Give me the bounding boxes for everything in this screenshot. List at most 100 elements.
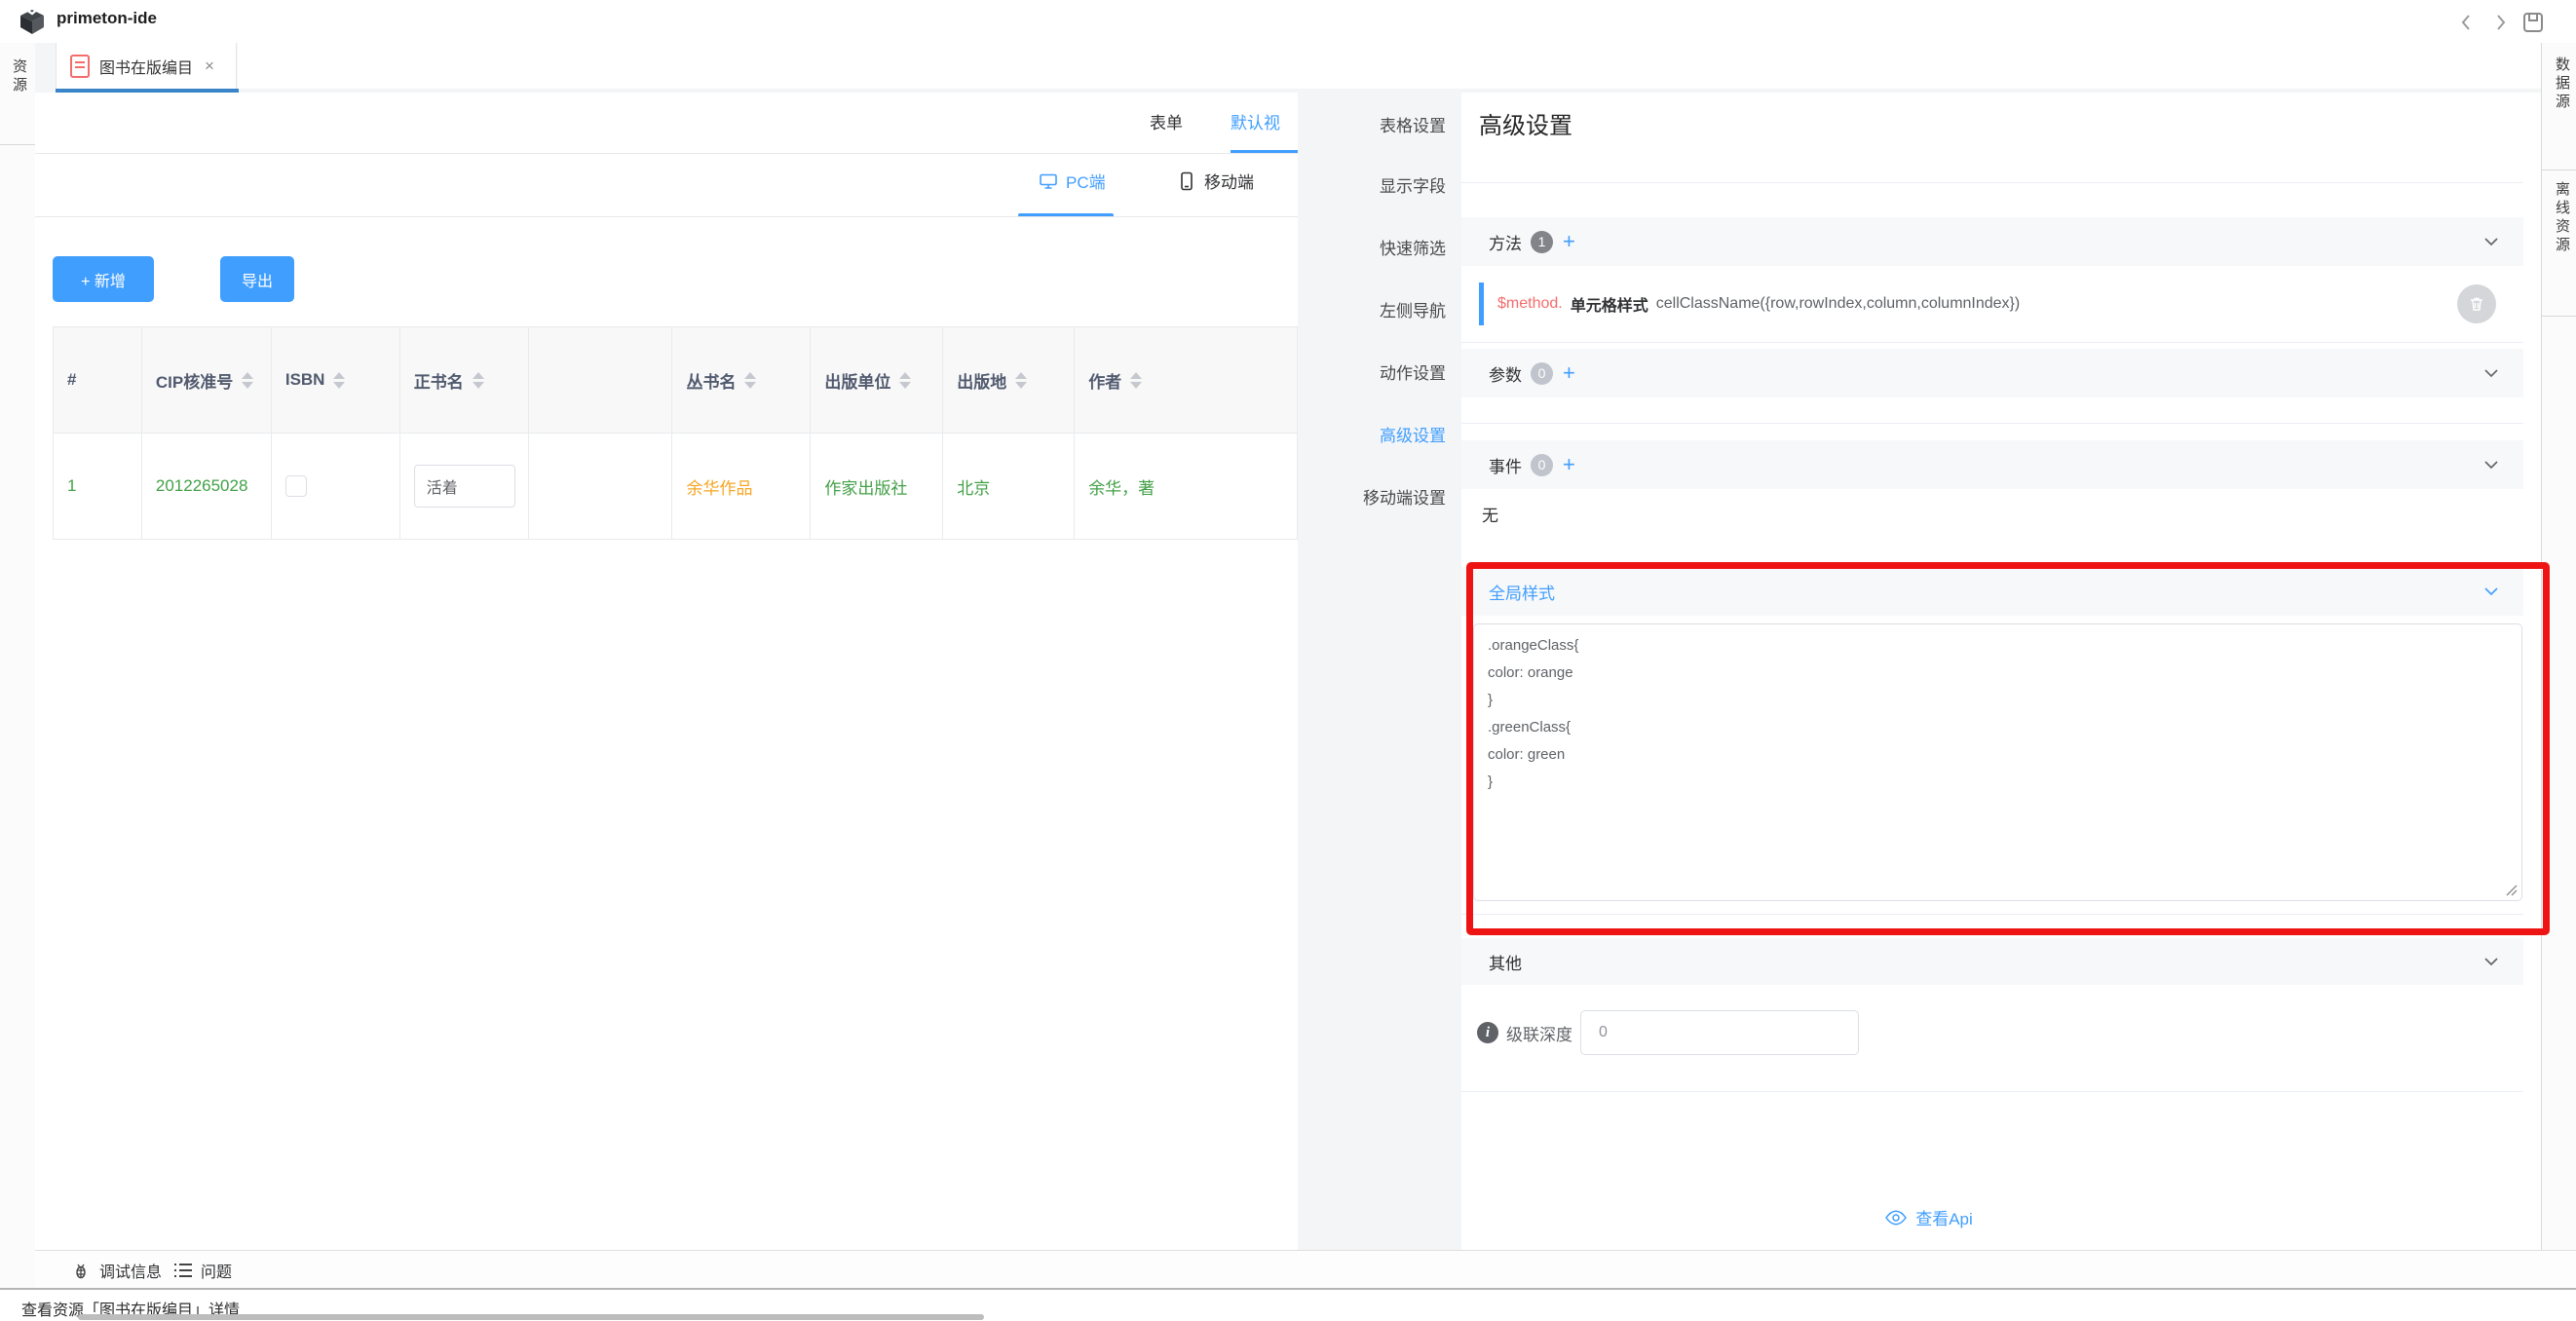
count-badge: 1 (1531, 231, 1553, 253)
column-header-cip[interactable]: CIP核准号 (141, 327, 271, 434)
method-item[interactable]: $method. 单元格样式 cellClassName({row,rowInd… (1461, 266, 2523, 343)
rail-item-offline-resources[interactable]: 离线资源 (2552, 181, 2572, 255)
section-params[interactable]: 参数 0 + (1461, 349, 2523, 397)
delete-method-button[interactable] (2457, 284, 2496, 323)
chevron-down-icon[interactable] (2482, 584, 2500, 599)
add-event-button[interactable]: + (1563, 454, 1575, 475)
section-events[interactable]: 事件 0 + (1461, 440, 2523, 489)
trash-icon (2468, 295, 2485, 313)
forward-icon[interactable] (2488, 11, 2512, 34)
pane-title: 高级设置 (1479, 106, 1572, 140)
title-input[interactable] (414, 465, 515, 508)
view-api-link[interactable]: 查看Api (1885, 1205, 1973, 1229)
sort-icon[interactable] (333, 372, 345, 389)
menu-item-mobile-settings[interactable]: 移动端设置 (1363, 483, 1446, 514)
cascade-depth-label: 级联深度 (1506, 1021, 1572, 1045)
rail-divider (0, 144, 35, 145)
cell-author: 余华，著 (1075, 434, 1298, 540)
tab-default-view[interactable]: 默认视 (1231, 109, 1280, 133)
cell-isbn (271, 434, 399, 540)
rail-divider (2542, 316, 2576, 317)
table-header-row: # CIP核准号 ISBN 正书名 丛书名 出版单位 出版地 作者 (54, 327, 1298, 434)
menu-item-display-fields[interactable]: 显示字段 (1380, 171, 1446, 203)
main-editor-area: 表单 默认视 PC端 移动端 + 新增 导出 (35, 93, 1298, 1250)
cell-index: 1 (54, 434, 142, 540)
menu-item-advanced-settings[interactable]: 高级设置 (1380, 421, 1446, 452)
menu-item-table-settings[interactable]: 表格设置 (1380, 111, 1446, 142)
monitor-icon (1039, 171, 1058, 191)
tab-mobile[interactable]: 移动端 (1177, 169, 1254, 193)
cell-empty (528, 434, 672, 540)
menu-item-action-settings[interactable]: 动作设置 (1380, 359, 1446, 390)
column-header-empty (528, 327, 672, 434)
info-icon: i (1477, 1022, 1498, 1043)
column-header-series[interactable]: 丛书名 (672, 327, 811, 434)
divider (1461, 914, 2523, 915)
column-header-title[interactable]: 正书名 (399, 327, 528, 434)
chevron-down-icon[interactable] (2482, 954, 2500, 969)
tab-book-cip[interactable]: 图书在版编目 × (56, 43, 237, 89)
data-table: # CIP核准号 ISBN 正书名 丛书名 出版单位 出版地 作者 1 2012… (53, 326, 1298, 540)
list-icon (173, 1262, 193, 1279)
menu-item-left-nav[interactable]: 左侧导航 (1380, 296, 1446, 327)
section-methods[interactable]: 方法 1 + (1461, 217, 2523, 266)
cascade-depth-input[interactable] (1580, 1010, 1859, 1055)
isbn-checkbox[interactable] (285, 475, 307, 497)
divider (35, 153, 1298, 154)
back-icon[interactable] (2455, 11, 2479, 34)
section-other[interactable]: 其他 (1461, 938, 2523, 985)
plus-icon: + (81, 274, 90, 290)
document-tab-bar: 图书在版编目 × (35, 43, 2541, 93)
problems-button[interactable]: 问题 (173, 1251, 232, 1289)
column-header-place[interactable]: 出版地 (943, 327, 1075, 434)
rail-item-resources[interactable]: 资源 (9, 58, 29, 95)
count-badge: 0 (1531, 362, 1553, 385)
debug-info-button[interactable]: 调试信息 (72, 1251, 162, 1289)
column-header-author[interactable]: 作者 (1075, 327, 1298, 434)
app-logo-icon (18, 7, 47, 36)
sort-icon[interactable] (1130, 372, 1142, 389)
tab-pc[interactable]: PC端 (1039, 169, 1106, 193)
section-global-style[interactable]: 全局样式 (1461, 567, 2523, 616)
rail-item-datasource[interactable]: 数据源 (2552, 57, 2572, 112)
column-header-isbn[interactable]: ISBN (271, 327, 399, 434)
active-indicator (1479, 283, 1484, 325)
divider (1461, 182, 2523, 183)
save-icon[interactable] (2521, 11, 2545, 34)
count-badge: 0 (1531, 454, 1553, 476)
sort-icon[interactable] (1015, 372, 1027, 389)
export-button[interactable]: 导出 (220, 256, 294, 302)
column-header-index: # (54, 327, 142, 434)
tab-title: 图书在版编目 (99, 55, 193, 78)
add-param-button[interactable]: + (1563, 362, 1575, 384)
phone-icon (1177, 171, 1196, 191)
column-header-publisher[interactable]: 出版单位 (811, 327, 943, 434)
events-empty-text: 无 (1482, 502, 1498, 526)
chevron-down-icon[interactable] (2482, 365, 2500, 381)
chevron-down-icon[interactable] (2482, 234, 2500, 249)
horizontal-scrollbar-thumb[interactable] (78, 1314, 984, 1320)
divider (1461, 1091, 2523, 1092)
sort-icon[interactable] (899, 372, 911, 389)
debug-icon (72, 1261, 92, 1280)
divider (1461, 423, 2523, 424)
tab-form[interactable]: 表单 (1150, 109, 1183, 133)
sort-icon[interactable] (242, 372, 253, 389)
cascade-depth-row: i 级联深度 (1461, 1010, 2523, 1055)
chevron-down-icon[interactable] (2482, 457, 2500, 472)
table-row: 1 2012265028 余华作品 作家出版社 北京 余华，著 (54, 434, 1298, 540)
pc-tab-label: PC端 (1066, 169, 1106, 193)
global-style-textarea[interactable]: .orangeClass{ color: orange } .greenClas… (1473, 623, 2522, 901)
cell-series: 余华作品 (672, 434, 811, 540)
add-button[interactable]: + 新增 (53, 256, 154, 302)
eye-icon (1885, 1210, 1907, 1226)
advanced-settings-pane: 高级设置 方法 1 + $method. 单元格样式 cellClassName… (1461, 93, 2541, 1250)
add-method-button[interactable]: + (1563, 231, 1575, 252)
menu-item-quick-filter[interactable]: 快速筛选 (1380, 234, 1446, 265)
settings-panel: 表格设置 显示字段 快速筛选 左侧导航 动作设置 高级设置 移动端设置 高级设置… (1298, 93, 2541, 1250)
cell-publisher: 作家出版社 (811, 434, 943, 540)
sort-icon[interactable] (473, 372, 484, 389)
sort-icon[interactable] (744, 372, 756, 389)
close-icon[interactable]: × (205, 57, 214, 76)
bottom-bar: 调试信息 问题 (35, 1250, 2576, 1289)
